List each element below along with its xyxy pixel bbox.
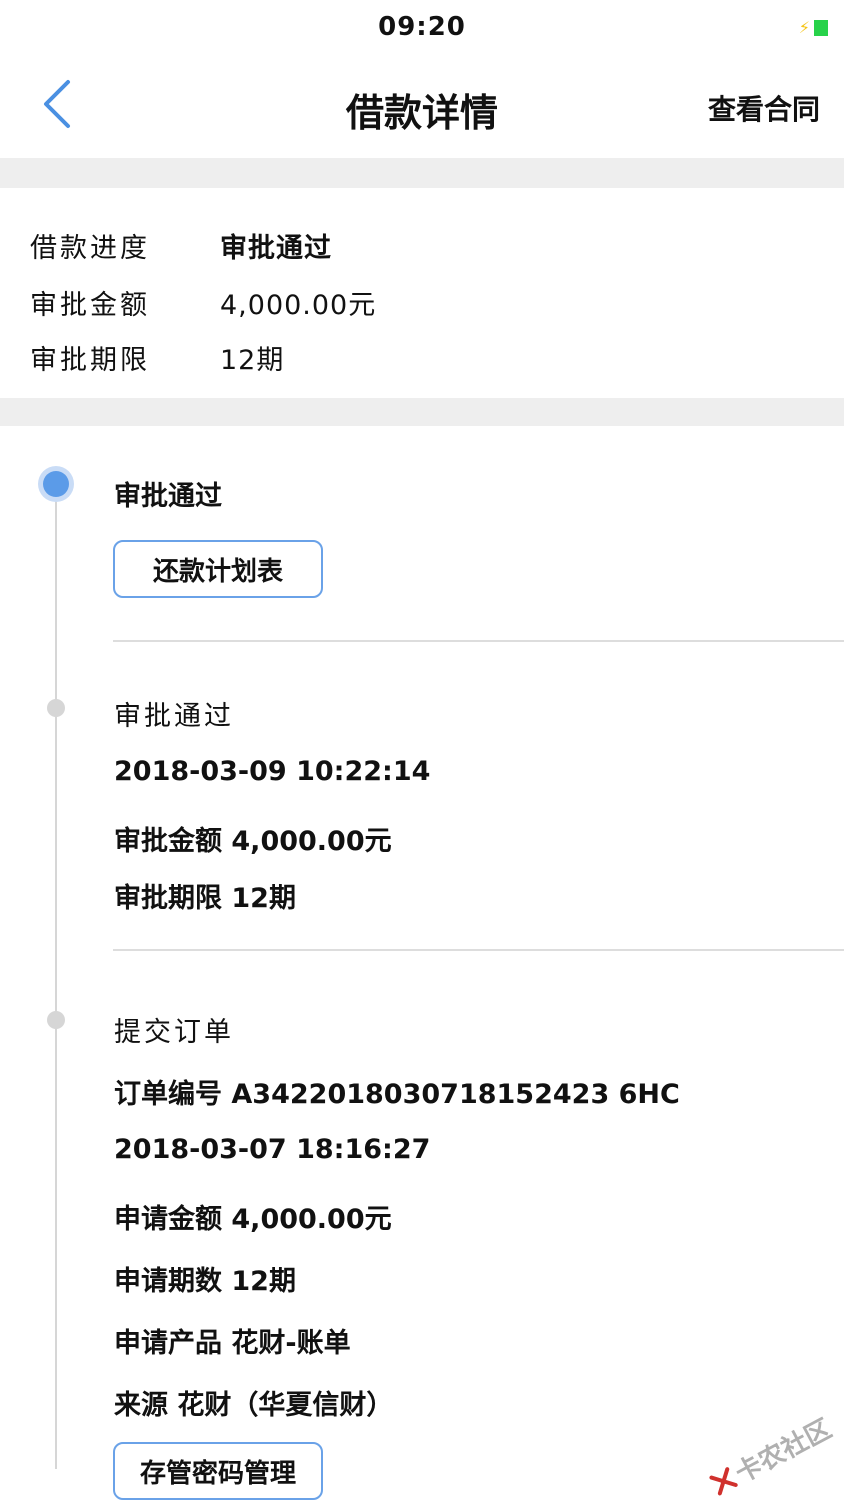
summary-label: 审批金额 xyxy=(30,290,150,321)
timeline-apply-amount: 申请金额 4,000.00元 xyxy=(114,1204,392,1235)
timeline-dot xyxy=(47,699,65,717)
timeline-line xyxy=(55,484,57,1469)
view-contract-link[interactable]: 查看合同 xyxy=(708,88,820,128)
charging-icon: ⚡ xyxy=(798,18,810,37)
summary-row-amount: 审批金额 4,000.00元 xyxy=(30,283,376,322)
timeline-submitted-datetime: 2018-03-07 18:16:27 xyxy=(114,1134,431,1165)
status-bar: 09:20 ⚡ xyxy=(0,0,844,56)
timeline-approved-title: 审批通过 xyxy=(114,701,234,732)
timeline-current-title: 审批通过 xyxy=(114,481,222,512)
timeline-dot xyxy=(47,1011,65,1029)
timeline-order-number: 订单编号 A3422018030718152423 6HC xyxy=(114,1079,680,1110)
summary-label: 借款进度 xyxy=(30,233,150,264)
section-gap xyxy=(0,398,844,426)
status-time: 09:20 xyxy=(378,12,466,42)
summary-value: 12期 xyxy=(220,345,285,376)
timeline-dot-current xyxy=(38,466,74,502)
timeline-approved-datetime: 2018-03-09 10:22:14 xyxy=(114,756,431,787)
loan-timeline: 审批通过 还款计划表 审批通过 2018-03-09 10:22:14 审批金额… xyxy=(0,426,844,1500)
timeline-apply-periods: 申请期数 12期 xyxy=(114,1266,296,1297)
summary-row-progress: 借款进度 审批通过 xyxy=(30,226,332,265)
nav-bar: 借款详情 查看合同 xyxy=(0,56,844,158)
battery-indicator: ⚡ xyxy=(799,20,828,36)
summary-value: 审批通过 xyxy=(220,233,332,264)
section-gap xyxy=(0,158,844,188)
escrow-password-button[interactable]: 存管密码管理 xyxy=(113,1442,323,1500)
timeline-approved-term: 审批期限 12期 xyxy=(114,883,296,914)
summary-value: 4,000.00元 xyxy=(220,290,377,321)
battery-icon xyxy=(814,20,828,36)
summary-label: 审批期限 xyxy=(30,345,150,376)
loan-summary: 借款进度 审批通过 审批金额 4,000.00元 审批期限 12期 xyxy=(0,188,844,398)
timeline-apply-product: 申请产品 花财-账单 xyxy=(114,1328,351,1359)
divider xyxy=(113,640,844,642)
timeline-approved-amount: 审批金额 4,000.00元 xyxy=(114,826,392,857)
timeline-source: 来源 花财（华夏信财） xyxy=(114,1390,394,1421)
divider xyxy=(113,949,844,951)
repayment-plan-button[interactable]: 还款计划表 xyxy=(113,540,323,598)
summary-row-term: 审批期限 12期 xyxy=(30,338,284,377)
timeline-submitted-title: 提交订单 xyxy=(114,1017,234,1048)
